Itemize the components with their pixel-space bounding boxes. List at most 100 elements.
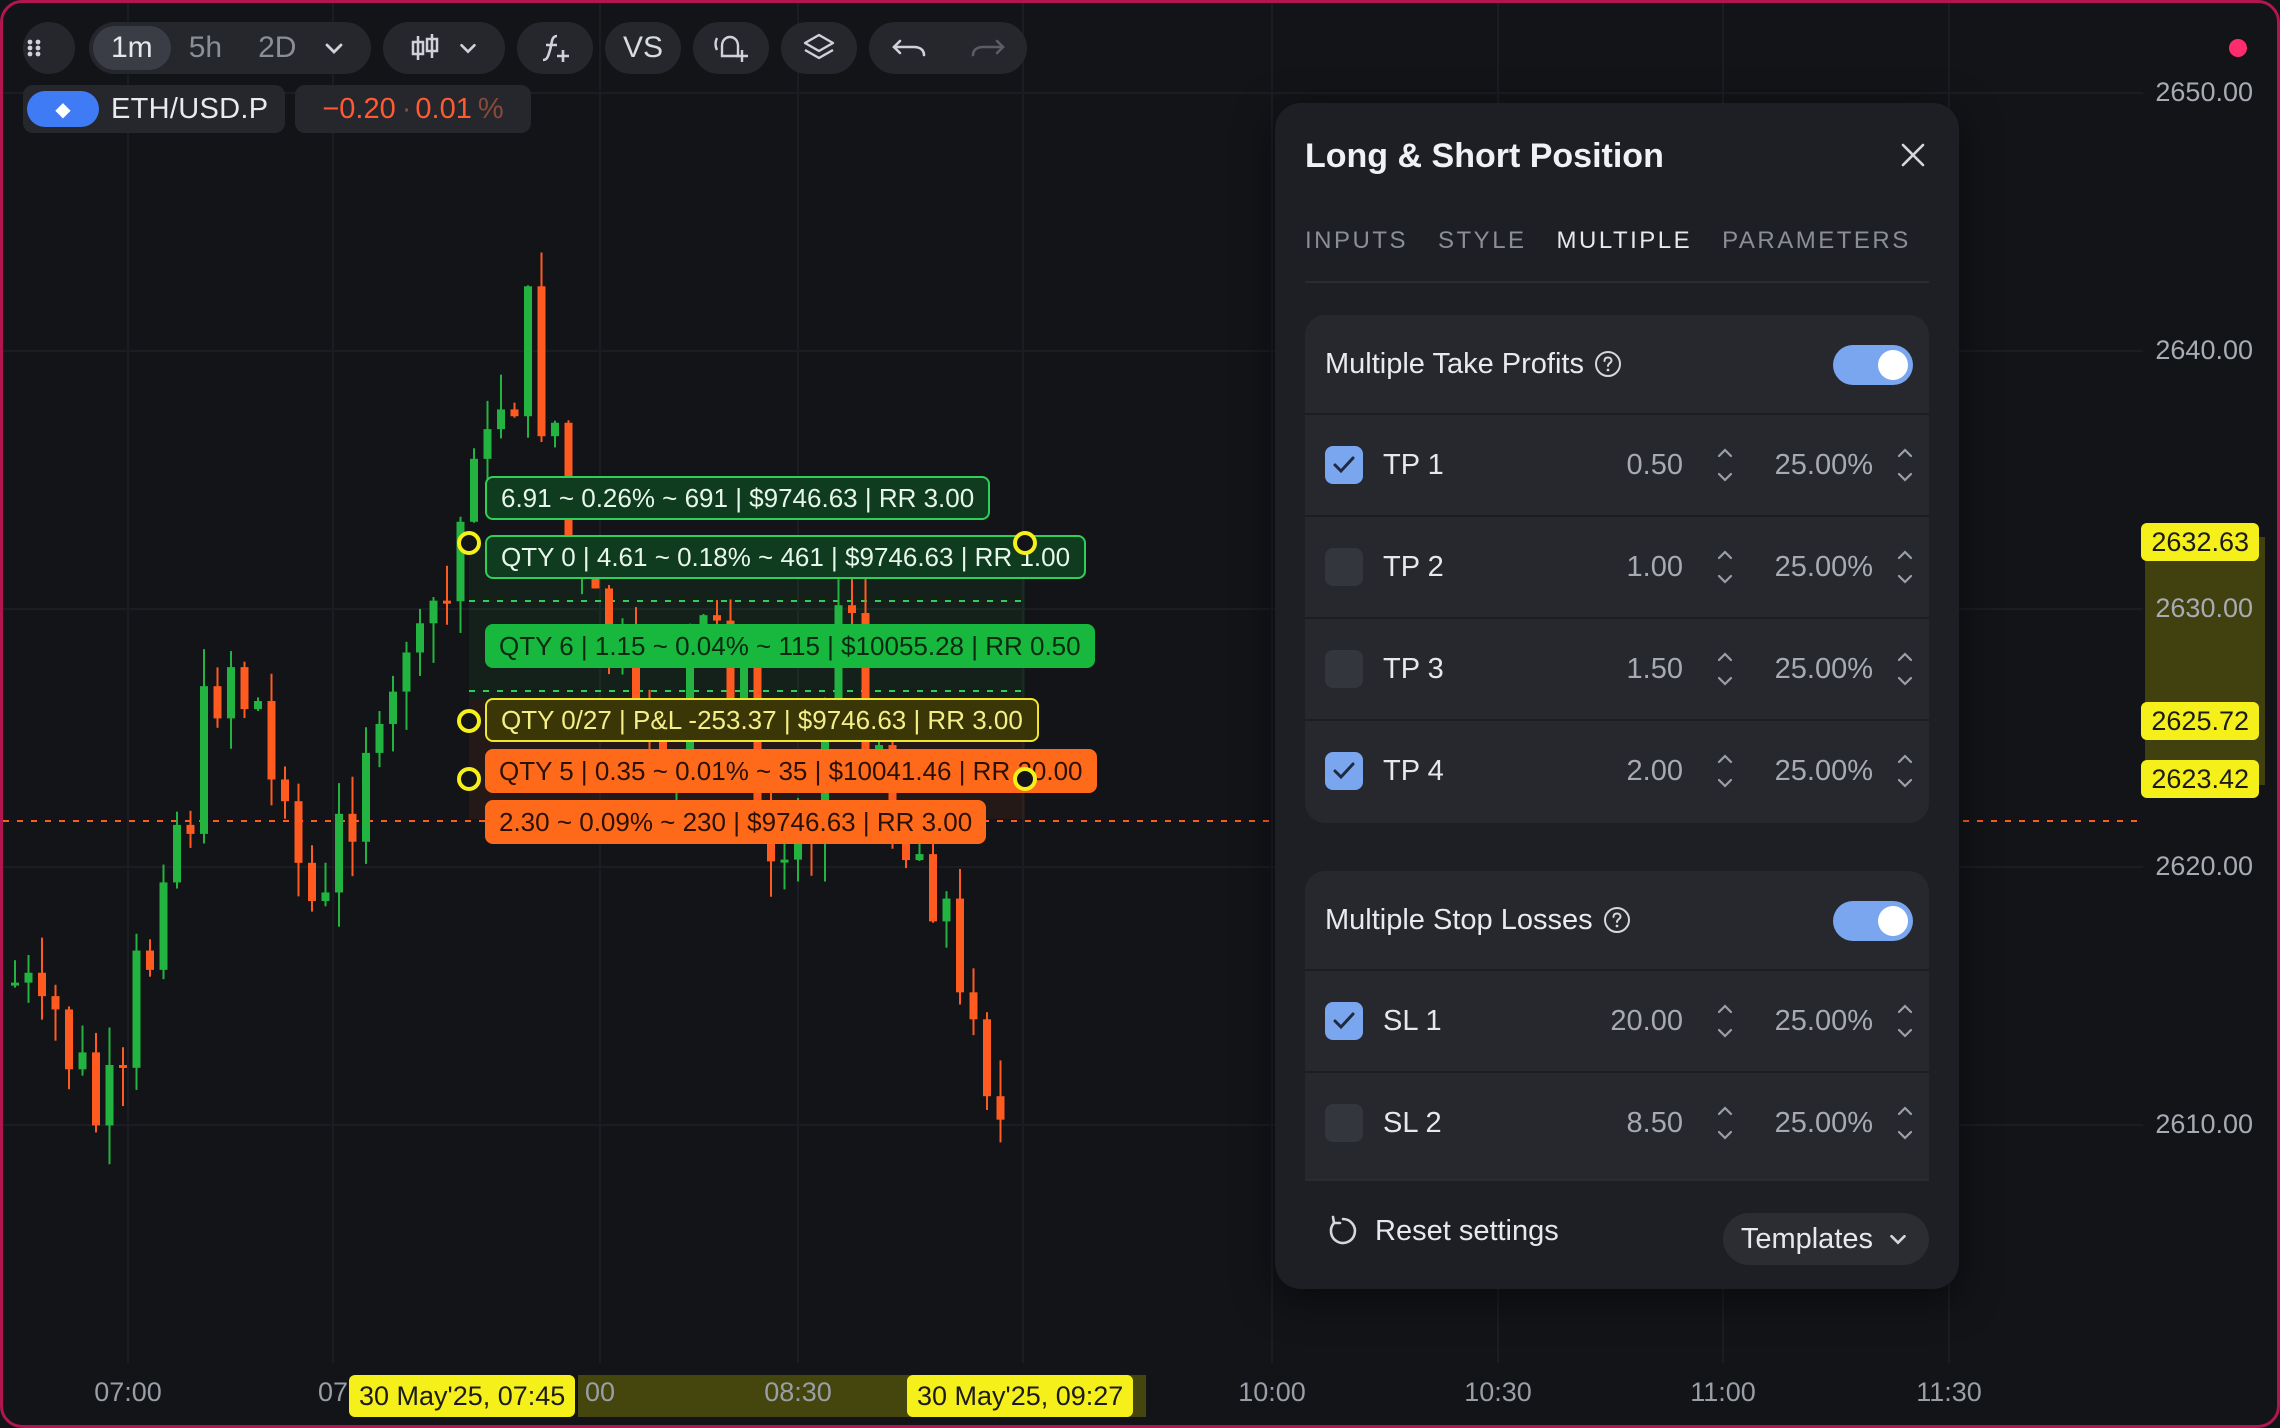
stop-losses-card: Multiple Stop Losses SL 1 20.00 25.00% SL 2… bbox=[1305, 871, 1929, 1179]
candle-body bbox=[294, 801, 303, 863]
tp-value-input[interactable]: 0.50 bbox=[1627, 449, 1683, 482]
ethereum-icon: ◆ bbox=[27, 91, 99, 127]
percent-stepper[interactable] bbox=[1895, 647, 1915, 691]
sl-checkbox[interactable] bbox=[1325, 1104, 1363, 1142]
percent-stepper[interactable] bbox=[1895, 999, 1915, 1043]
indicators-button[interactable] bbox=[517, 22, 593, 74]
chart-type-button[interactable] bbox=[383, 22, 505, 74]
candle-body bbox=[119, 1065, 127, 1069]
time-tag-end: 30 May'25, 09:27 bbox=[907, 1375, 1134, 1417]
undo-icon bbox=[891, 39, 925, 57]
sl1-label[interactable]: QTY 5 | 0.35 ~ 0.01% ~ 35 | $10041.46 | … bbox=[485, 749, 1097, 793]
add-alert-button[interactable] bbox=[693, 22, 769, 74]
time-axis-label: 10:00 bbox=[1238, 1377, 1306, 1407]
candle-body bbox=[281, 779, 289, 802]
value-stepper[interactable] bbox=[1715, 749, 1735, 793]
help-icon[interactable] bbox=[1594, 350, 1622, 378]
value-stepper[interactable] bbox=[1715, 999, 1735, 1043]
stop-losses-title: Multiple Stop Losses bbox=[1325, 903, 1593, 936]
tp-percent-input[interactable]: 25.00% bbox=[1775, 653, 1873, 686]
percent-stepper[interactable] bbox=[1895, 1101, 1915, 1145]
price-axis-range bbox=[2145, 537, 2265, 785]
tp-value-input[interactable]: 1.00 bbox=[1627, 551, 1683, 584]
help-icon[interactable] bbox=[1603, 906, 1631, 934]
percent-stepper[interactable] bbox=[1895, 545, 1915, 589]
drag-handle[interactable] bbox=[457, 531, 481, 555]
sl-percent-input[interactable]: 25.00% bbox=[1775, 1005, 1873, 1038]
tab-multiple[interactable]: MULTIPLE bbox=[1557, 227, 1693, 255]
tab-inputs[interactable]: INPUTS bbox=[1305, 227, 1408, 255]
tp-checkbox[interactable] bbox=[1325, 752, 1363, 790]
price-axis-label: 2630.00 bbox=[2155, 593, 2253, 623]
tp-checkbox[interactable] bbox=[1325, 650, 1363, 688]
tp-checkbox[interactable] bbox=[1325, 548, 1363, 586]
tp-target-label[interactable]: 6.91 ~ 0.26% ~ 691 | $9746.63 | RR 3.00 bbox=[485, 476, 991, 520]
value-stepper[interactable] bbox=[1715, 545, 1735, 589]
sl-target-label[interactable]: 2.30 ~ 0.09% ~ 230 | $9746.63 | RR 3.00 bbox=[485, 800, 987, 844]
tp-value-input[interactable]: 2.00 bbox=[1627, 755, 1683, 788]
candle-body bbox=[389, 691, 397, 724]
candle-body bbox=[51, 996, 60, 1010]
price-axis-label: 2610.00 bbox=[2155, 1109, 2253, 1139]
take-profits-toggle[interactable] bbox=[1833, 345, 1913, 385]
candle-body bbox=[537, 286, 546, 437]
chevron-down-icon[interactable] bbox=[320, 34, 348, 62]
tp-percent-input[interactable]: 25.00% bbox=[1775, 449, 1873, 482]
timeframe-5h[interactable]: 5h bbox=[171, 26, 240, 70]
undo-button[interactable] bbox=[869, 22, 948, 74]
check-icon bbox=[1333, 1012, 1355, 1030]
value-stepper[interactable] bbox=[1715, 647, 1735, 691]
candle-body bbox=[173, 824, 181, 883]
drag-handle[interactable] bbox=[1013, 531, 1037, 555]
drag-handle[interactable] bbox=[1013, 767, 1037, 791]
drag-handle[interactable] bbox=[457, 709, 481, 733]
reset-settings-button[interactable]: Reset settings bbox=[1325, 1213, 1559, 1249]
take-profits-title: Multiple Take Profits bbox=[1325, 347, 1584, 380]
candle-body bbox=[335, 813, 343, 893]
percent-stepper[interactable] bbox=[1895, 749, 1915, 793]
indicator-icon bbox=[542, 34, 569, 62]
candle-body bbox=[186, 824, 195, 834]
tp-row: TP 3 1.50 25.00% bbox=[1305, 617, 1929, 719]
candle-body bbox=[146, 950, 154, 970]
tp-value-input[interactable]: 1.50 bbox=[1627, 653, 1683, 686]
drag-handle-button[interactable] bbox=[23, 22, 75, 74]
candle-body bbox=[213, 686, 222, 719]
symbol-selector[interactable]: ◆ ETH/USD.P bbox=[23, 85, 285, 133]
sl-value-input[interactable]: 20.00 bbox=[1610, 1005, 1683, 1038]
tp-percent-input[interactable]: 25.00% bbox=[1775, 755, 1873, 788]
sl-value-input[interactable]: 8.50 bbox=[1627, 1107, 1683, 1140]
sl-checkbox[interactable] bbox=[1325, 1002, 1363, 1040]
drag-handle-icon bbox=[27, 39, 41, 57]
entry-label[interactable]: QTY 0/27 | P&L -253.37 | $9746.63 | RR 3… bbox=[485, 698, 1039, 742]
tp-hit-label[interactable]: QTY 6 | 1.15 ~ 0.04% ~ 115 | $10055.28 |… bbox=[485, 624, 1095, 668]
drag-handle[interactable] bbox=[457, 767, 481, 791]
symbol-name: ETH/USD.P bbox=[111, 92, 269, 125]
value-stepper[interactable] bbox=[1715, 443, 1735, 487]
compare-button[interactable]: VS bbox=[605, 22, 681, 74]
timeframe-1m[interactable]: 1m bbox=[93, 26, 171, 70]
candle-body bbox=[402, 652, 411, 692]
redo-button[interactable] bbox=[948, 22, 1027, 74]
templates-dropdown[interactable]: Templates bbox=[1722, 1213, 1929, 1265]
reset-icon bbox=[1329, 1215, 1357, 1245]
layers-button[interactable] bbox=[781, 22, 857, 74]
sl-percent-input[interactable]: 25.00% bbox=[1775, 1107, 1873, 1140]
candle-body bbox=[915, 854, 924, 861]
tab-style[interactable]: STYLE bbox=[1438, 227, 1527, 255]
tab-parameters[interactable]: PARAMETERS bbox=[1722, 227, 1911, 255]
candle-body bbox=[483, 429, 492, 459]
candles-icon bbox=[411, 34, 439, 60]
close-icon[interactable] bbox=[1895, 137, 1931, 173]
value-stepper[interactable] bbox=[1715, 1101, 1735, 1145]
tp-checkbox[interactable] bbox=[1325, 446, 1363, 484]
tp1-label[interactable]: QTY 0 | 4.61 ~ 0.18% ~ 461 | $9746.63 | … bbox=[485, 535, 1087, 579]
time-axis-label: 08:30 bbox=[764, 1377, 832, 1407]
tp-percent-input[interactable]: 25.00% bbox=[1775, 551, 1873, 584]
timeframe-2d[interactable]: 2D bbox=[240, 26, 314, 70]
change-percent: 0.01 bbox=[415, 92, 472, 125]
percent-stepper[interactable] bbox=[1895, 443, 1915, 487]
candle-body bbox=[321, 892, 330, 902]
stop-losses-toggle[interactable] bbox=[1833, 901, 1913, 941]
time-axis-label: 07 bbox=[317, 1377, 349, 1407]
